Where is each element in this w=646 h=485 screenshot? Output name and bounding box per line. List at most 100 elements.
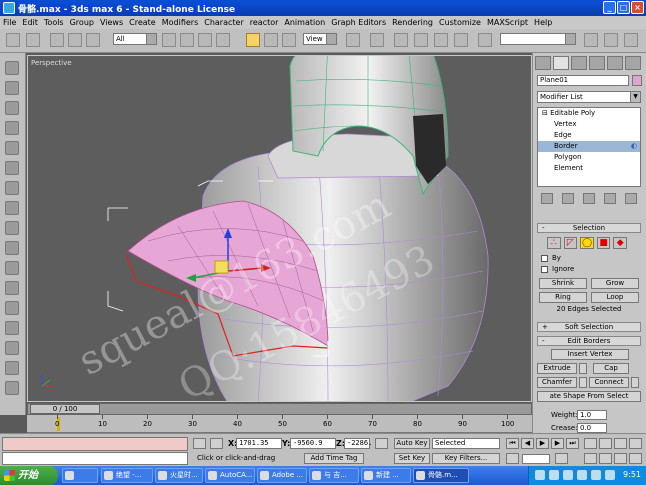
menu-modifiers[interactable]: Modifiers — [159, 18, 202, 27]
menu-rendering[interactable]: Rendering — [389, 18, 436, 27]
extrude-button[interactable]: Extrude — [537, 363, 577, 374]
maximize-button[interactable]: □ — [617, 1, 630, 14]
arc-rotate-icon[interactable] — [614, 453, 627, 464]
add-time-tag-button[interactable]: Add Time Tag — [304, 453, 364, 464]
stack-item-polygon[interactable]: Polygon — [538, 152, 640, 163]
stack-item-editable-poly[interactable]: ⊟ Editable Poly — [538, 108, 640, 119]
taskbar-item-2[interactable]: 火星时... — [155, 468, 203, 483]
time-config-icon[interactable] — [555, 453, 568, 464]
taskbar-item-4[interactable]: Adobe ... — [257, 468, 307, 483]
select-by-name-icon[interactable] — [180, 33, 194, 47]
menu-character[interactable]: Character — [201, 18, 247, 27]
volume-icon[interactable] — [577, 470, 587, 480]
create-light-icon[interactable] — [5, 261, 19, 275]
taskbar-item-5[interactable]: 与 吉... — [309, 468, 359, 483]
menu-file[interactable]: File — [0, 18, 19, 27]
track-bar[interactable]: 0 10 20 30 40 50 60 70 80 90 100 — [27, 415, 532, 433]
zoom-icon[interactable] — [599, 438, 612, 449]
insert-vertex-button[interactable]: Insert Vertex — [551, 349, 629, 360]
current-frame-field[interactable] — [522, 454, 550, 464]
remove-modifier-icon[interactable] — [603, 193, 616, 204]
taskbar-item-7[interactable]: 骨骼.m... — [413, 468, 469, 483]
stack-item-element[interactable]: Element — [538, 163, 640, 174]
perspective-viewport[interactable]: squeal@163.com QQ:15846493 Perspective — [27, 55, 532, 402]
time-slider[interactable]: 0 / 100 — [30, 404, 100, 414]
tray-icon[interactable] — [535, 470, 545, 480]
menu-customize[interactable]: Customize — [436, 18, 484, 27]
unlink-icon[interactable] — [68, 33, 82, 47]
maximize-viewport-icon[interactable] — [629, 453, 642, 464]
undo-icon[interactable] — [6, 33, 20, 47]
select-rotate-icon[interactable] — [264, 33, 278, 47]
angle-snap-icon[interactable] — [414, 33, 428, 47]
pin-stack-icon[interactable] — [541, 193, 554, 204]
close-button[interactable]: × — [631, 1, 644, 14]
create-teapot-icon[interactable] — [5, 221, 19, 235]
menu-reactor[interactable]: reactor — [247, 18, 282, 27]
shrink-button[interactable]: Shrink — [539, 278, 587, 289]
menu-help[interactable]: Help — [531, 18, 555, 27]
vertex-level-icon[interactable]: ∴ — [547, 237, 561, 249]
tray-icon[interactable] — [605, 470, 615, 480]
menu-animation[interactable]: Animation — [281, 18, 328, 27]
mirror-icon[interactable] — [584, 33, 598, 47]
grow-button[interactable]: Grow — [591, 278, 639, 289]
polygon-level-icon[interactable]: ■ — [596, 237, 611, 249]
taskbar-item-6[interactable]: 新建 ... — [361, 468, 411, 483]
create-helper-icon[interactable] — [5, 301, 19, 315]
curve-editor-icon[interactable] — [624, 33, 638, 47]
maxscript-listener-output[interactable] — [2, 437, 188, 451]
weight-field[interactable]: 1.0 — [577, 410, 607, 420]
make-unique-icon[interactable] — [582, 193, 595, 204]
set-key-button[interactable]: Set Key — [394, 453, 430, 464]
auto-key-button[interactable]: Auto Key — [394, 438, 430, 449]
create-shape-icon[interactable] — [5, 321, 19, 335]
start-button[interactable]: 开始 — [0, 466, 58, 485]
x-coord-field[interactable]: 1701.35 — [236, 438, 282, 449]
absolute-mode-icon[interactable] — [210, 438, 223, 449]
chamfer-button[interactable]: Chamfer — [537, 377, 577, 388]
select-scale-icon[interactable] — [282, 33, 296, 47]
menu-group[interactable]: Group — [67, 18, 97, 27]
loop-button[interactable]: Loop — [591, 292, 639, 303]
minimize-button[interactable]: _ — [603, 1, 616, 14]
create-camera-icon[interactable] — [5, 281, 19, 295]
select-manipulate-icon[interactable] — [370, 33, 384, 47]
object-name-field[interactable]: Plane01 — [537, 75, 629, 86]
z-coord-field[interactable]: -2286. — [344, 438, 372, 449]
pan-icon[interactable] — [584, 438, 597, 449]
create-system-icon[interactable] — [5, 381, 19, 395]
display-tab-icon[interactable] — [607, 56, 623, 70]
taskbar-item-3[interactable]: AutoCA... — [205, 468, 255, 483]
viewport-label[interactable]: Perspective — [31, 59, 72, 67]
element-level-icon[interactable]: ◆ — [613, 237, 627, 249]
align-icon[interactable] — [604, 33, 618, 47]
percent-snap-icon[interactable] — [434, 33, 448, 47]
edge-level-icon[interactable]: ◸ — [563, 237, 578, 249]
previous-frame-icon[interactable]: ◀ — [521, 438, 534, 449]
hierarchy-tab-icon[interactable] — [571, 56, 587, 70]
create-shape-button[interactable]: ate Shape From Select — [537, 391, 641, 402]
ignore-backfacing-checkbox[interactable]: Ignore — [541, 265, 574, 273]
stack-item-border[interactable]: Border ◐ — [538, 141, 640, 152]
create-torus-icon[interactable] — [5, 121, 19, 135]
lock-selection-icon[interactable] — [193, 438, 206, 449]
extrude-settings-button[interactable] — [579, 363, 587, 374]
create-tube-icon[interactable] — [5, 161, 19, 175]
soft-selection-rollout-header[interactable]: + Soft Selection — [537, 322, 641, 332]
key-mode-dropdown[interactable]: Selected — [432, 438, 500, 449]
menu-graph-editors[interactable]: Graph Editors — [328, 18, 389, 27]
menu-maxscript[interactable]: MAXScript — [484, 18, 531, 27]
selection-rollout-header[interactable]: - Selection — [537, 223, 641, 233]
edit-borders-rollout-header[interactable]: - Edit Borders — [537, 336, 641, 346]
configure-sets-icon[interactable] — [624, 193, 637, 204]
object-color-swatch[interactable] — [632, 75, 642, 86]
key-mode-toggle-icon[interactable] — [506, 453, 519, 464]
go-to-start-icon[interactable]: ⏮ — [506, 438, 519, 449]
named-selection-sets-dropdown[interactable] — [500, 33, 576, 45]
maxscript-listener-input[interactable] — [2, 452, 188, 465]
create-star-icon[interactable] — [5, 141, 19, 155]
utilities-tab-icon[interactable] — [625, 56, 641, 70]
snap-toggle-icon[interactable] — [394, 33, 408, 47]
tray-icon[interactable] — [591, 470, 601, 480]
